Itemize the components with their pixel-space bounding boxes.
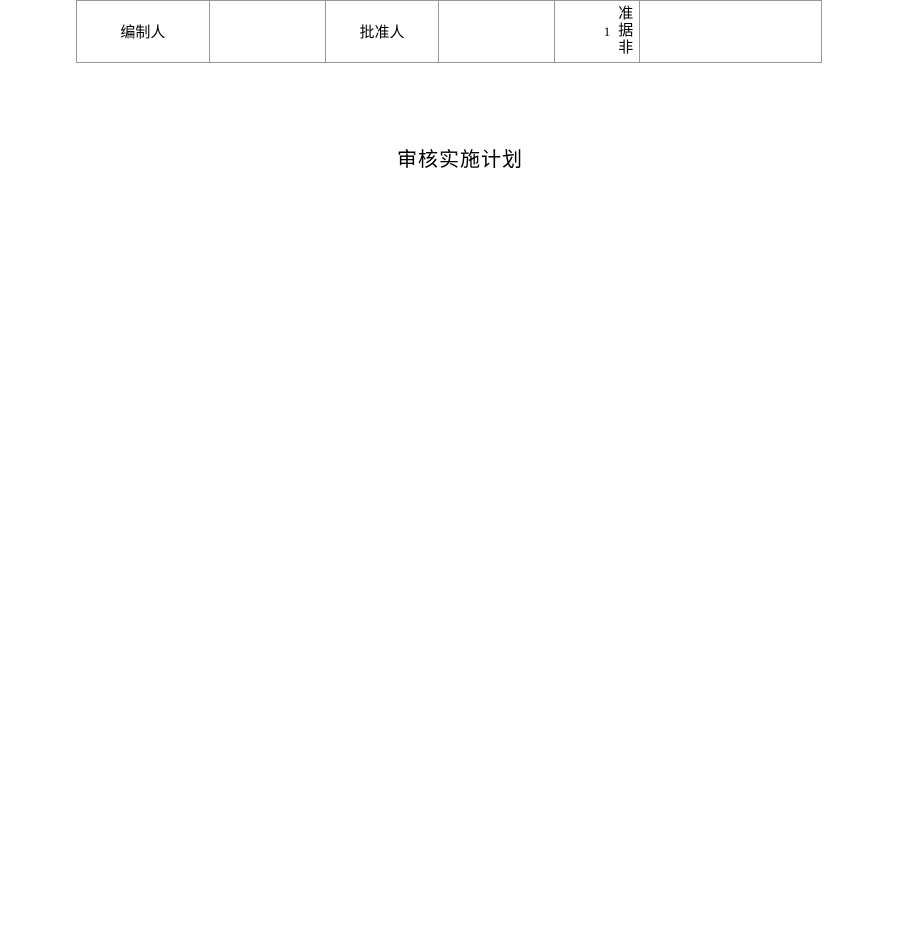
vertical-char-1: 准 [618, 6, 633, 23]
basis-label-cell: 1 准 据 非 [555, 1, 640, 63]
vertical-char-3: 非 [618, 40, 633, 57]
approver-label: 批准人 [360, 25, 405, 41]
vertical-label: 准 据 非 [618, 6, 633, 58]
approver-value-cell [439, 1, 555, 63]
preparer-label: 编制人 [120, 25, 165, 41]
basis-value-cell [640, 1, 822, 63]
approver-label-cell: 批准人 [325, 1, 439, 63]
section-title: 审核实施计划 [0, 143, 920, 172]
preparer-label-cell: 编制人 [77, 1, 210, 63]
vertical-char-2: 据 [618, 23, 633, 40]
signature-row: 编制人 批准人 1 准 据 非 [77, 1, 822, 63]
preparer-value-cell [209, 1, 325, 63]
signature-table: 编制人 批准人 1 准 据 非 [76, 0, 822, 63]
page-indicator: 1 [604, 24, 611, 40]
